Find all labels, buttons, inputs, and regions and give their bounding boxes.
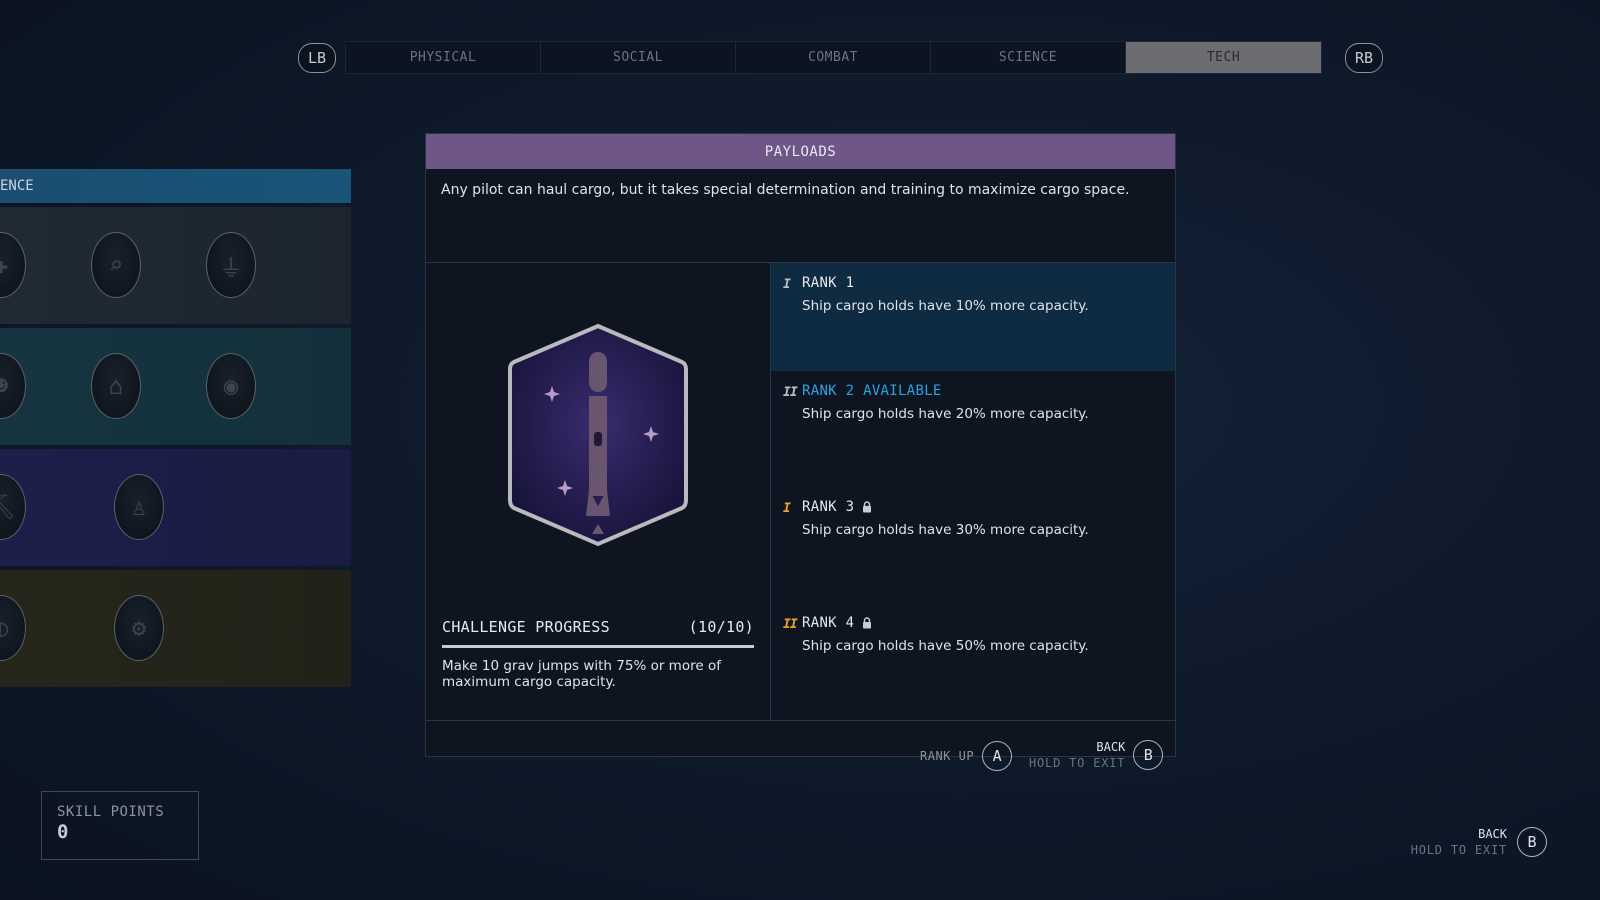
challenge-description: Make 10 grav jumps with 75% or more of m… <box>442 658 721 690</box>
research-icon[interactable]: ⌕ <box>91 232 141 298</box>
rank-2-description: Ship cargo holds have 20% more capacity. <box>802 406 1089 422</box>
skill-detail-panel: PAYLOADS Any pilot can haul cargo, but i… <box>425 133 1176 771</box>
challenge-count: (10/10) <box>688 618 754 636</box>
skill-tier-4: ◐ ⚙ <box>0 570 351 687</box>
rank-3-mark-icon: I <box>783 501 791 516</box>
medicine-icon[interactable]: ✚ <box>0 232 26 298</box>
rank-1-description: Ship cargo holds have 10% more capacity. <box>802 298 1089 314</box>
skill-patch-column: CHALLENGE PROGRESS (10/10) Make 10 grav … <box>426 263 771 720</box>
surveying-icon[interactable]: ⛏ <box>0 474 26 540</box>
b-button-icon[interactable]: B <box>1133 740 1164 770</box>
skill-tree: ENCE ✚ ⌕ ⏚ ☻ ⌂ ◉ ⛏ ♙ ◐ ⚙ <box>0 169 351 687</box>
rank-4-description: Ship cargo holds have 50% more capacity. <box>802 638 1089 654</box>
a-button-icon[interactable]: A <box>982 741 1013 771</box>
rank-up-label: RANK UP <box>920 749 975 763</box>
b-button-icon[interactable]: B <box>1517 827 1547 857</box>
rank-up-prompt[interactable]: RANK UP A <box>920 741 1013 771</box>
challenge-progress-bar <box>442 645 754 648</box>
skill-detail-body: CHALLENGE PROGRESS (10/10) Make 10 grav … <box>426 263 1175 721</box>
skill-tree-category-label: ENCE <box>0 178 34 194</box>
rocket-patch-icon <box>508 323 688 547</box>
tab-tech[interactable]: TECH <box>1126 42 1321 73</box>
rocket-window <box>594 432 602 446</box>
rank-2-title: RANK 2 AVAILABLE <box>802 383 942 399</box>
rank-list: I RANK 1 Ship cargo holds have 10% more … <box>771 263 1175 720</box>
weapon-engineering-icon[interactable]: ⌂ <box>91 353 141 419</box>
global-hold-to-exit-label: HOLD TO EXIT <box>1410 843 1507 857</box>
challenge-label: CHALLENGE PROGRESS <box>442 618 610 636</box>
rank-4-item[interactable]: II RANK 4 Ship cargo holds have 50% more… <box>771 603 1175 719</box>
rank-1-mark-icon: I <box>783 277 791 292</box>
zoology-icon[interactable]: ◉ <box>206 353 256 419</box>
global-back-prompt[interactable]: BACK HOLD TO EXIT B <box>1411 826 1547 858</box>
back-label: BACK <box>1096 740 1126 754</box>
rank-2-item[interactable]: II RANK 2 AVAILABLE Ship cargo holds hav… <box>771 371 1175 487</box>
skill-points-label: SKILL POINTS <box>57 804 165 820</box>
rank-1-title: RANK 1 <box>802 275 855 291</box>
planetary-icon[interactable]: ◐ <box>0 595 26 661</box>
skill-points-box: SKILL POINTS 0 <box>41 791 199 860</box>
rb-bumper-button[interactable]: RB <box>1345 43 1383 73</box>
skill-tier-3: ⛏ ♙ <box>0 449 351 566</box>
rank-3-description: Ship cargo holds have 30% more capacity. <box>802 522 1089 538</box>
lb-bumper-button[interactable]: LB <box>298 43 336 73</box>
skill-description: Any pilot can haul cargo, but it takes s… <box>426 169 1175 263</box>
astronaut-icon[interactable]: ☻ <box>0 353 26 419</box>
scanning-icon[interactable]: ⏚ <box>206 232 256 298</box>
engineering-compass-icon[interactable]: ⚙ <box>114 595 164 661</box>
tab-combat[interactable]: COMBAT <box>736 42 931 73</box>
tab-physical[interactable]: PHYSICAL <box>346 42 541 73</box>
rank-4-mark-icon: II <box>783 617 798 632</box>
rank-1-item[interactable]: I RANK 1 Ship cargo holds have 10% more … <box>771 263 1175 371</box>
skill-tier-2: ☻ ⌂ ◉ <box>0 328 351 445</box>
skill-tier-1: ✚ ⌕ ⏚ <box>0 207 351 324</box>
rank-4-title: RANK 4 <box>802 615 1175 631</box>
skill-title: PAYLOADS <box>426 134 1175 169</box>
skill-tree-header: ENCE <box>0 169 351 203</box>
hold-to-exit-label: HOLD TO EXIT <box>1029 756 1126 770</box>
lock-icon <box>863 617 872 629</box>
outpost-icon[interactable]: ♙ <box>114 474 164 540</box>
rank-2-mark-icon: II <box>783 385 798 400</box>
global-back-label: BACK <box>1478 827 1507 841</box>
rank-3-item[interactable]: I RANK 3 Ship cargo holds have 30% more … <box>771 487 1175 603</box>
skill-points-value: 0 <box>57 821 69 843</box>
back-prompt[interactable]: BACK HOLD TO EXIT B <box>1029 739 1164 771</box>
category-tabs: PHYSICAL SOCIAL COMBAT SCIENCE TECH <box>345 41 1322 74</box>
rocket-nose <box>589 352 607 392</box>
panel-footer: RANK UP A BACK HOLD TO EXIT B <box>426 721 1175 789</box>
tab-social[interactable]: SOCIAL <box>541 42 736 73</box>
rank-3-title: RANK 3 <box>802 499 1175 515</box>
challenge-progress: CHALLENGE PROGRESS (10/10) Make 10 grav … <box>442 618 754 690</box>
tab-science[interactable]: SCIENCE <box>931 42 1126 73</box>
lock-icon <box>863 501 872 513</box>
